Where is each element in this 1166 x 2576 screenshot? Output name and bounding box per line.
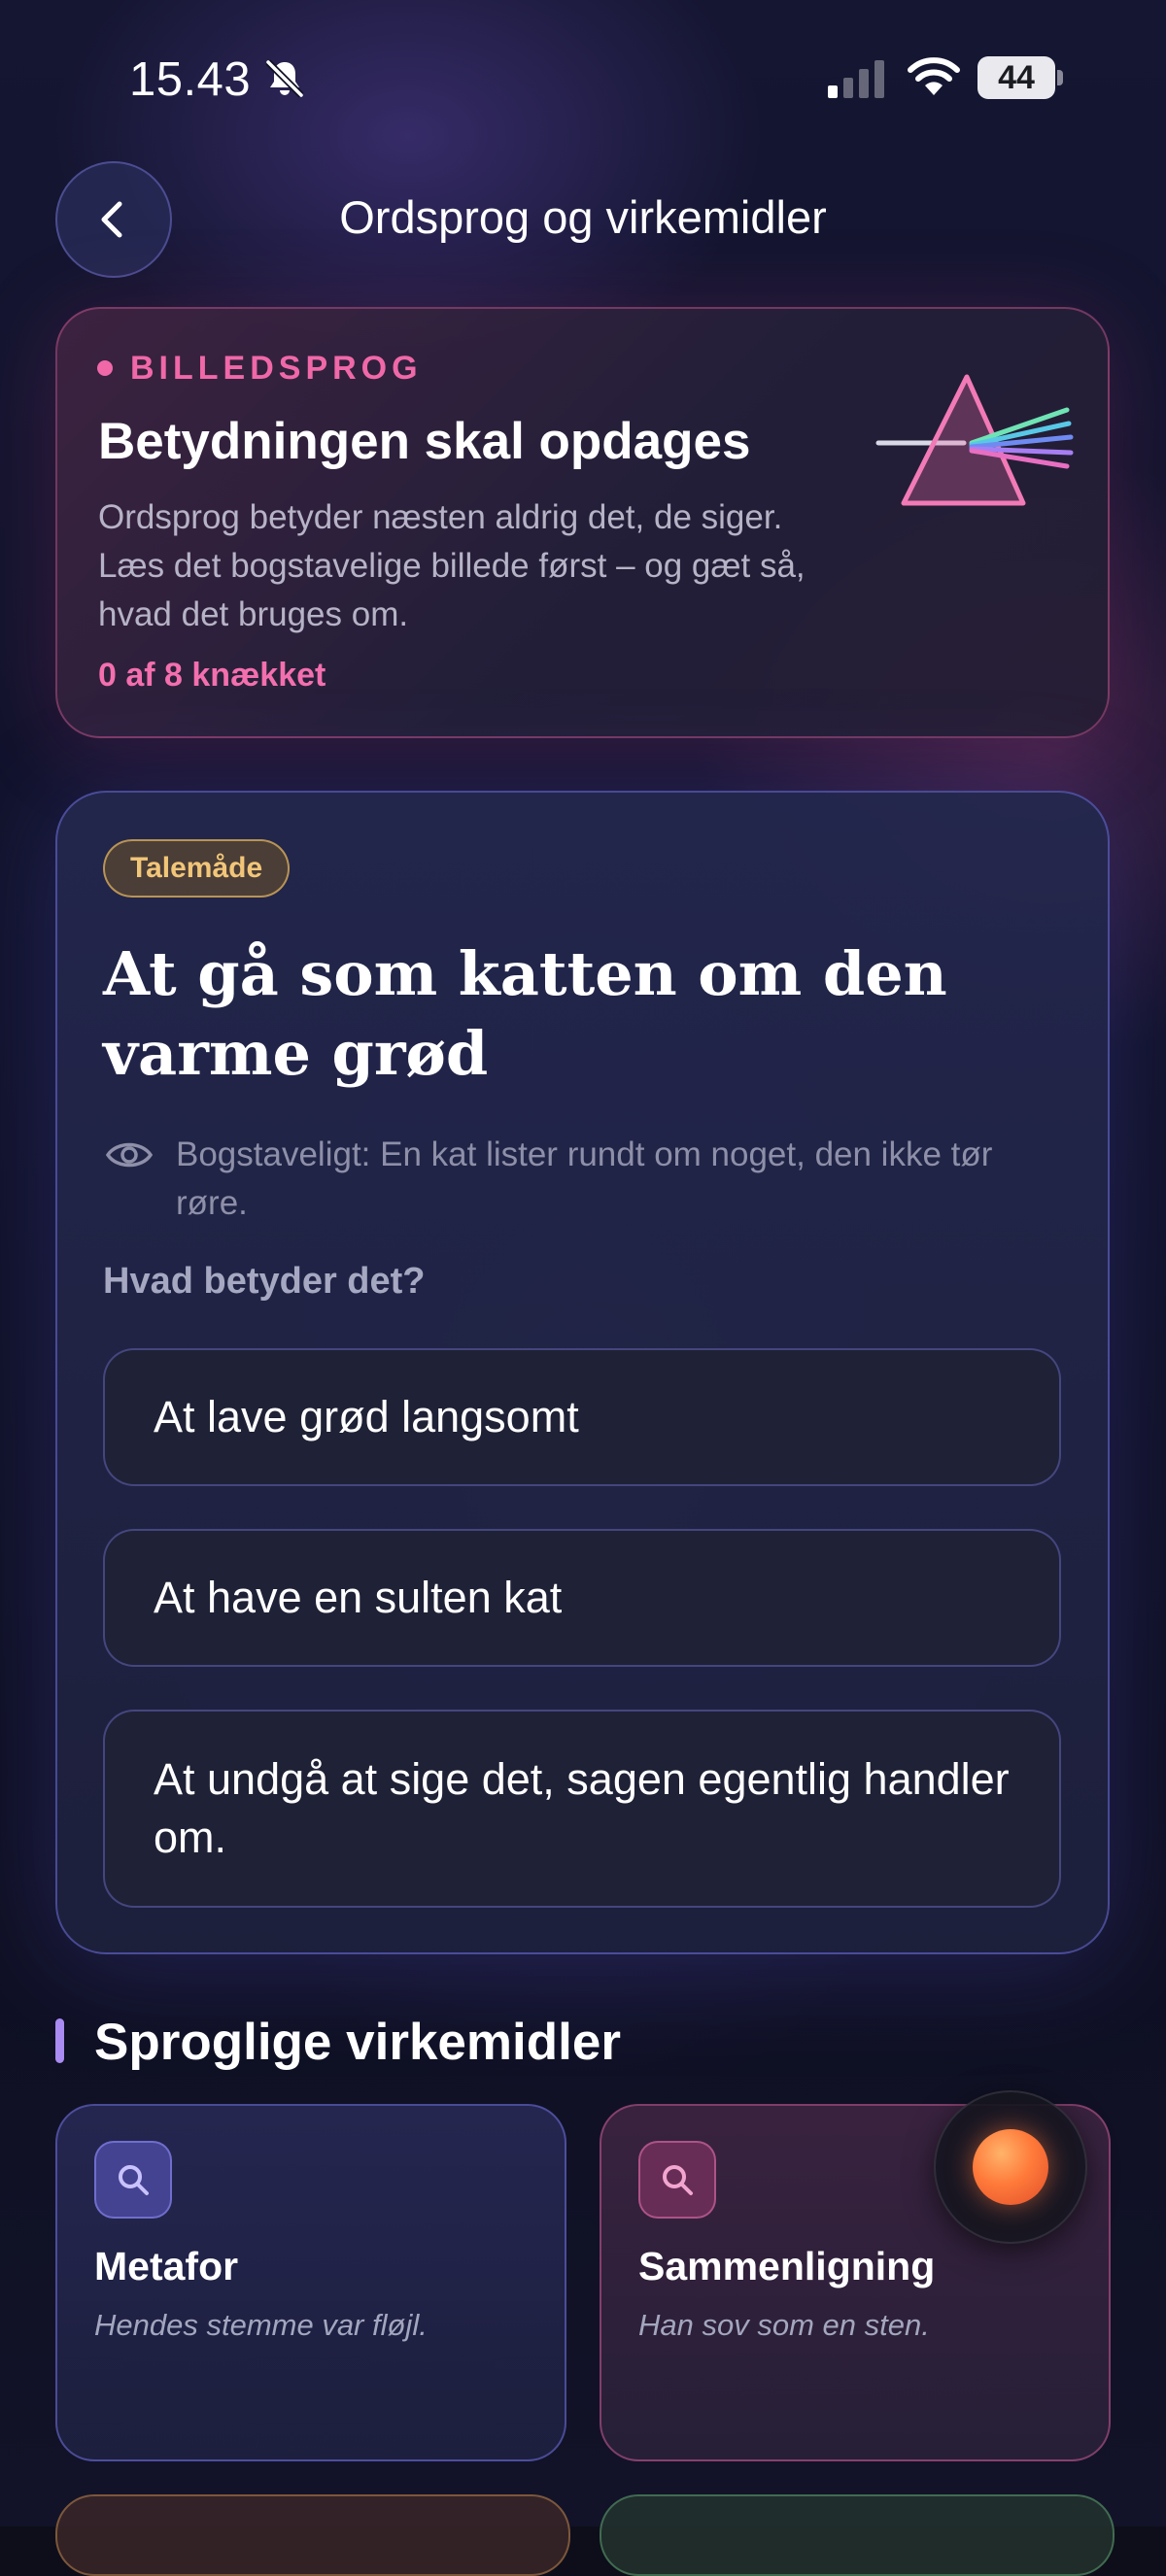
proverb-type-badge: Talemåde [103, 839, 291, 898]
device-name-sammenligning: Sammenligning [638, 2244, 936, 2288]
status-time: 15.43 [129, 53, 252, 106]
device-example-sammenligning: Han sov som en sten. [638, 2308, 930, 2342]
search-icon [663, 2165, 693, 2195]
device-icon-sammenligning [638, 2141, 716, 2219]
device-name-metafor: Metafor [94, 2244, 239, 2288]
device-card-next-left[interactable] [55, 2494, 570, 2576]
intro-title: Betydningen skal opdages [98, 413, 751, 470]
battery-level: 44 [977, 56, 1055, 99]
cellular-signal-icon [828, 60, 884, 98]
device-card-next-right[interactable] [600, 2494, 1115, 2576]
progress-counter: 0 af 8 knækket [98, 657, 326, 694]
prism-icon [875, 374, 1074, 506]
proverb-title: At gå som katten om den varme grød [103, 938, 947, 1089]
battery-cap [1057, 70, 1063, 85]
device-icon-metafor [94, 2141, 172, 2219]
wifi-icon [908, 57, 960, 95]
page-title: Ordsprog og virkemidler [339, 191, 827, 243]
device-example-metafor: Hendes stemme var fløjl. [94, 2308, 428, 2342]
question-label: Hvad betyder det? [103, 1261, 426, 1302]
battery-icon: 44 [977, 56, 1063, 99]
orb-icon [973, 2129, 1048, 2205]
section-accent-bar [55, 2018, 64, 2063]
answer-option-2[interactable]: At have en sulten kat [103, 1529, 1061, 1667]
bell-slash-icon [265, 59, 304, 98]
answer-option-3[interactable]: At undgå at sige det, sagen egentlig han… [103, 1710, 1061, 1908]
search-icon [119, 2165, 149, 2195]
eyebrow-dot [97, 360, 113, 376]
literal-meaning: Bogstaveligt: En kat lister rundt om nog… [176, 1135, 993, 1222]
intro-eyebrow: BILLEDSPROG [130, 350, 423, 387]
floating-action-button[interactable] [934, 2090, 1087, 2244]
eye-icon [105, 1142, 154, 1168]
answer-option-1[interactable]: At lave grød langsomt [103, 1348, 1061, 1486]
section-title: Sproglige virkemidler [94, 2014, 621, 2071]
intro-description: Ordsprog betyder næsten aldrig det, de s… [98, 498, 806, 633]
